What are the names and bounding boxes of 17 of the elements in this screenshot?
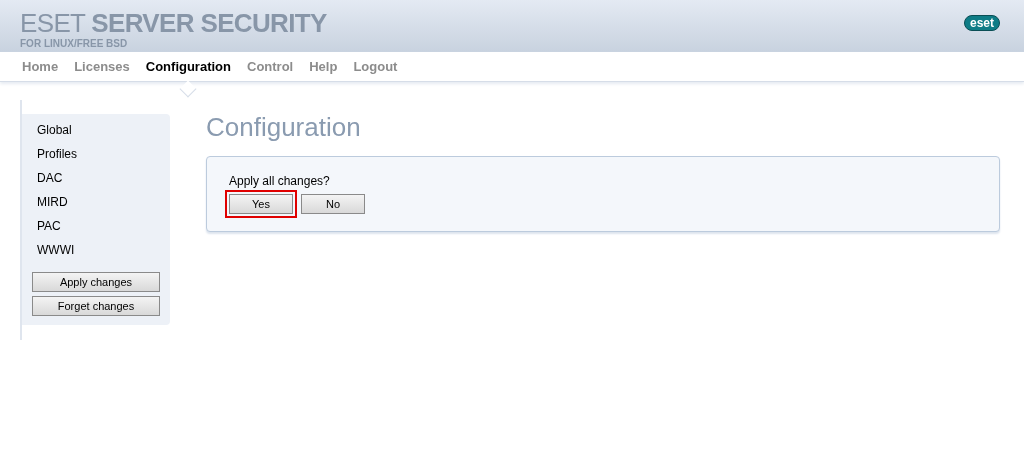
sidebar-item[interactable]: PAC (32, 214, 160, 238)
sidebar-item[interactable]: WWWI (32, 238, 160, 262)
sidebar-item[interactable]: DAC (32, 166, 160, 190)
sidebar-item[interactable]: Profiles (32, 142, 160, 166)
sidebar-item[interactable]: MIRD (32, 190, 160, 214)
action-button[interactable]: Forget changes (32, 296, 160, 316)
brand-subtitle: FOR LINUX/FREE BSD (20, 38, 129, 50)
action-button[interactable]: No (301, 194, 365, 214)
dialog-question: Apply all changes? (229, 173, 331, 189)
brand-logo: eset (963, 15, 1000, 31)
brand-title: SERVER SECURITY (91, 8, 327, 38)
sidebar-item[interactable]: Global (32, 118, 160, 142)
page-title: Configuration (206, 112, 362, 144)
nav-tab[interactable]: Configuration (145, 56, 231, 77)
brand-title: ESET (20, 8, 86, 38)
action-button[interactable]: Yes (229, 194, 293, 214)
action-button[interactable]: Apply changes (32, 272, 160, 292)
